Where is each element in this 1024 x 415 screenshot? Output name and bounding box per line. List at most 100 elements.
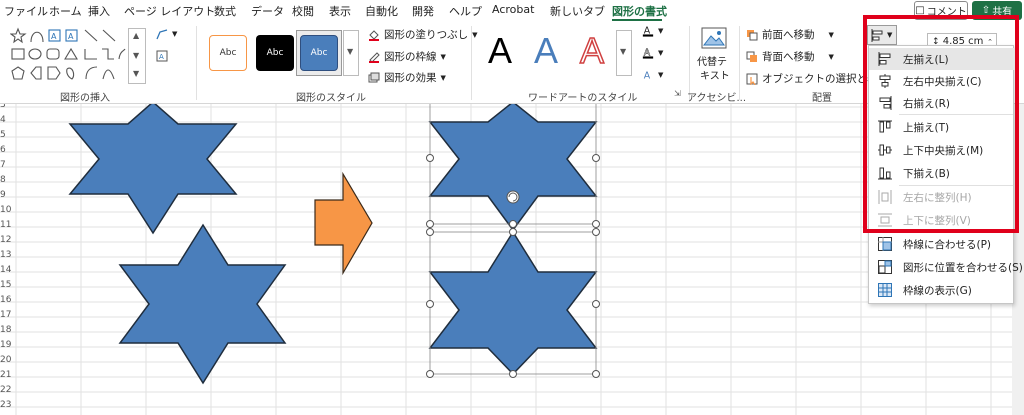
snap-to-shape-icon: [878, 260, 892, 274]
dialog-launcher-icon[interactable]: ⇲: [674, 89, 681, 98]
alt-text-label-1: 代替テ: [697, 57, 727, 68]
edit-shape-button[interactable]: ▼: [156, 28, 177, 40]
gallery-more-icon: ▼: [133, 69, 140, 78]
selection-pane-button[interactable]: オブジェクトの選択と表示: [746, 71, 888, 86]
group-label-accessibility: アクセシビ...: [687, 93, 747, 104]
group-label-wordart-styles: ワードアートのスタイル: [528, 93, 638, 104]
chevron-down-icon: ▼: [440, 52, 446, 61]
tab-formulas[interactable]: 数式: [214, 3, 236, 19]
text-fill-button[interactable]: A ▼: [642, 25, 663, 37]
shape-outline-label: 図形の枠線: [384, 51, 437, 63]
tab-home[interactable]: ホーム: [49, 3, 82, 19]
send-backward-label: 背面へ移動: [762, 51, 815, 63]
menu-item-snap-to-grid[interactable]: 枠線に合わせる(P): [869, 233, 1015, 255]
tab-automate[interactable]: 自動化: [365, 3, 398, 19]
selection-pane-icon: [746, 73, 758, 85]
send-backward-icon: [746, 51, 757, 62]
text-outline-button[interactable]: A ▼: [642, 47, 663, 59]
bring-forward-icon: [747, 29, 758, 40]
drawing-layer: [68, 104, 600, 385]
menu-item-label: 左右中央揃え(C): [903, 76, 982, 88]
align-bottom-icon: [878, 167, 892, 180]
view-gridlines-icon: [878, 283, 892, 297]
chevron-down-icon: ▼: [658, 49, 664, 57]
style-gallery-more-button[interactable]: ▼: [343, 30, 359, 76]
text-effects-button[interactable]: A ▼: [642, 69, 664, 81]
star-shape-selected[interactable]: [428, 230, 598, 376]
menu-item-align-left[interactable]: 左揃え(L): [869, 48, 1015, 70]
menu-item-align-right[interactable]: 右揃え(R): [869, 92, 1015, 114]
star-shape[interactable]: [68, 104, 238, 235]
group-separator: [196, 26, 197, 100]
align-icon: [871, 29, 883, 42]
chevron-down-icon: ▼: [828, 30, 834, 39]
align-middle-icon: [878, 144, 892, 156]
menu-item-snap-to-shape[interactable]: 図形に位置を合わせる(S): [869, 256, 1023, 278]
comment-button[interactable]: □ コメント: [914, 1, 968, 20]
tab-review[interactable]: 校閲: [292, 3, 314, 19]
edit-shape-icon: [156, 29, 168, 40]
menu-item-align-top[interactable]: 上揃え(T): [869, 116, 1015, 138]
rotate-handle-icon[interactable]: [506, 190, 520, 204]
chevron-down-icon: ▼: [133, 51, 140, 60]
tab-acrobat[interactable]: Acrobat: [492, 3, 534, 16]
menu-item-align-center[interactable]: 左右中央揃え(C): [869, 70, 1015, 92]
tab-file[interactable]: ファイル: [4, 3, 48, 19]
tab-page-layout[interactable]: ページ レイアウト: [124, 3, 215, 19]
star-shape-selected[interactable]: [428, 104, 598, 232]
menu-item-view-gridlines[interactable]: 枠線の表示(G): [869, 279, 1015, 301]
align-button[interactable]: ▼: [867, 25, 897, 45]
wordart-style-black[interactable]: A: [488, 30, 512, 72]
text-outline-icon: A: [642, 47, 654, 59]
shape-gallery-scroll[interactable]: ▲ ▼ ▼: [128, 28, 146, 84]
chevron-up-icon: ▲: [133, 31, 140, 40]
svg-text:A: A: [68, 32, 74, 41]
text-box-button[interactable]: A: [156, 50, 168, 62]
menu-item-align-middle[interactable]: 上下中央揃え(M): [869, 139, 1015, 161]
tab-view[interactable]: 表示: [329, 3, 351, 19]
shape-effects-button[interactable]: 図形の効果 ▼: [368, 70, 446, 85]
group-label-arrange: 配置: [812, 93, 832, 104]
shape-style-blue[interactable]: Abc: [300, 35, 338, 71]
wordart-gallery-more-button[interactable]: ▼: [616, 30, 632, 76]
arrow-shape[interactable]: [314, 171, 373, 276]
align-right-icon: [879, 96, 892, 110]
menu-item-label: 下揃え(B): [903, 168, 950, 180]
shape-fill-label: 図形の塗りつぶし: [384, 29, 469, 41]
send-backward-button[interactable]: 背面へ移動 ▼: [746, 49, 834, 64]
tab-shape-format[interactable]: 図形の書式: [612, 3, 667, 19]
ribbon-tab-bar: ファイル ホーム 挿入 ページ レイアウト 数式 データ 校閲 表示 自動化 開…: [0, 0, 1024, 22]
menu-item-align-bottom[interactable]: 下揃え(B): [869, 162, 1015, 184]
shape-style-orange-outline[interactable]: Abc: [209, 35, 247, 71]
alt-text-button[interactable]: 代替テ キスト: [697, 27, 731, 85]
text-fill-icon: A: [642, 26, 654, 37]
wordart-style-blue[interactable]: A: [534, 30, 558, 72]
distribute-horizontal-icon: [878, 190, 892, 204]
tab-help[interactable]: ヘルプ: [449, 3, 482, 19]
shape-gallery[interactable]: A A: [10, 27, 126, 85]
align-center-icon: [879, 74, 891, 88]
align-dropdown-menu: 左揃え(L) 左右中央揃え(C) 右揃え(R) 上揃え(T) 上下中央揃え(M)…: [868, 45, 1023, 304]
gallery-more-icon: ▼: [347, 47, 354, 56]
bring-forward-label: 前面へ移動: [762, 29, 815, 41]
share-button[interactable]: ⇧ 共有: [972, 1, 1022, 20]
bring-forward-button[interactable]: 前面へ移動 ▼: [746, 27, 834, 42]
alt-text-icon: [701, 27, 727, 49]
shape-effects-label: 図形の効果: [384, 72, 437, 84]
shape-fill-button[interactable]: 図形の塗りつぶし ▼: [368, 27, 478, 42]
shape-style-black[interactable]: Abc: [256, 35, 294, 71]
tab-data[interactable]: データ: [251, 3, 284, 19]
group-separator: [739, 26, 740, 100]
menu-item-label: 左揃え(L): [903, 54, 949, 66]
wordart-style-red-outline[interactable]: A: [579, 29, 605, 72]
tab-developer[interactable]: 開発: [412, 3, 434, 19]
svg-text:A: A: [51, 32, 57, 41]
share-label: 共有: [992, 7, 1013, 18]
menu-item-label: 図形に位置を合わせる(S): [903, 262, 1023, 274]
tab-new-tab[interactable]: 新しいタブ: [550, 3, 605, 19]
shape-outline-button[interactable]: 図形の枠線 ▼: [368, 49, 446, 64]
gallery-more-icon: ▼: [620, 47, 627, 56]
comment-label: コメント: [926, 7, 967, 18]
tab-insert[interactable]: 挿入: [88, 3, 110, 19]
star-shape[interactable]: [118, 223, 287, 385]
